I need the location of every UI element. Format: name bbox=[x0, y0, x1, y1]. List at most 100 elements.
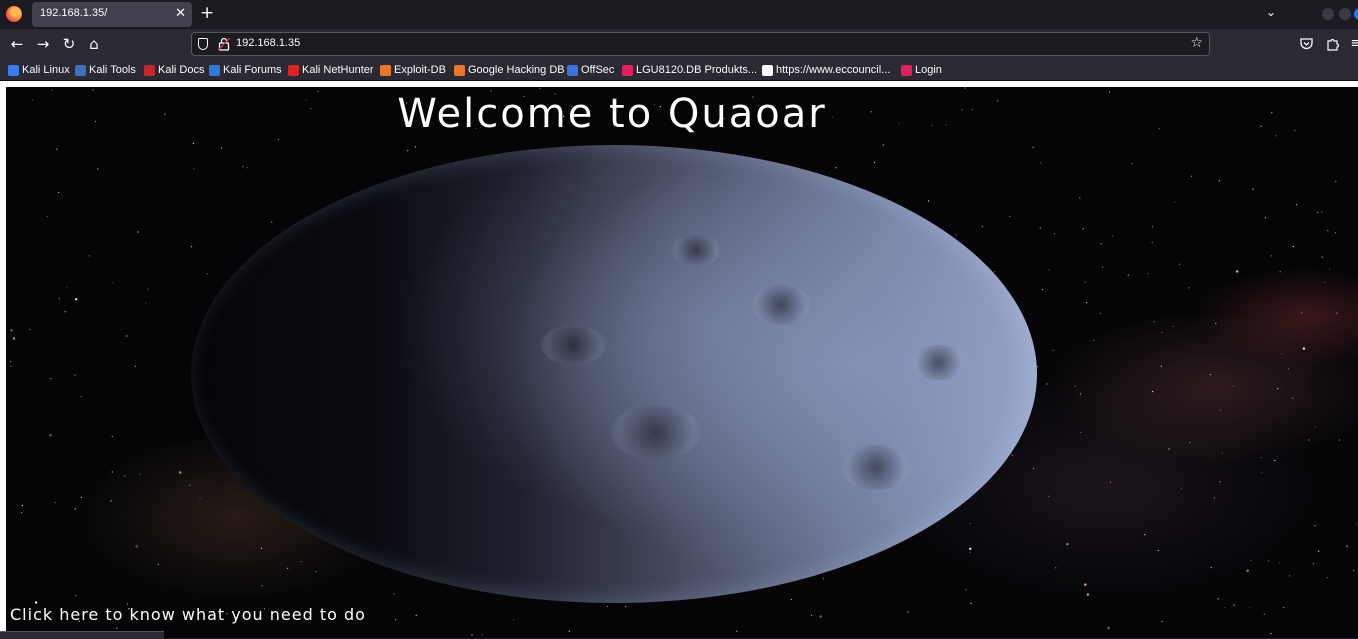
star bbox=[21, 505, 23, 507]
quaoar-background-image: Welcome to Quaoar Click here to know wha… bbox=[6, 87, 1358, 638]
star bbox=[811, 614, 813, 616]
globe-icon bbox=[762, 64, 773, 76]
bookmark-kali-tools[interactable]: Kali Tools bbox=[75, 62, 136, 78]
star bbox=[1215, 322, 1217, 324]
pocket-icon[interactable] bbox=[1300, 38, 1313, 50]
star bbox=[277, 138, 280, 140]
bookmark-exploit-db[interactable]: Exploit-DB bbox=[380, 62, 446, 78]
star bbox=[1295, 204, 1298, 206]
star bbox=[1314, 525, 1316, 527]
maximize-window-icon[interactable] bbox=[1339, 8, 1351, 20]
star bbox=[1233, 604, 1235, 606]
star bbox=[111, 471, 113, 473]
url-address[interactable]: 192.168.1.35 bbox=[236, 37, 300, 49]
star bbox=[1224, 607, 1226, 609]
star bbox=[49, 434, 52, 437]
star bbox=[1086, 593, 1090, 596]
star bbox=[1147, 273, 1149, 275]
star bbox=[50, 378, 52, 380]
bookmark-label: Kali NetHunter bbox=[302, 64, 374, 76]
star bbox=[969, 522, 971, 525]
star bbox=[116, 627, 118, 630]
bookmark-star-icon[interactable]: ☆ bbox=[1190, 35, 1203, 51]
star bbox=[261, 585, 263, 587]
back-arrow-icon[interactable]: ← bbox=[8, 35, 26, 53]
star bbox=[606, 605, 609, 608]
star bbox=[1321, 211, 1323, 213]
star bbox=[80, 396, 82, 398]
star bbox=[970, 602, 972, 604]
star bbox=[56, 148, 58, 150]
star bbox=[112, 282, 114, 284]
star bbox=[1279, 271, 1281, 273]
kali-forums-icon bbox=[209, 64, 220, 76]
star bbox=[1270, 632, 1272, 635]
star bbox=[21, 512, 23, 514]
star bbox=[1161, 331, 1163, 334]
star bbox=[1287, 368, 1290, 370]
star bbox=[66, 287, 68, 289]
forward-arrow-icon[interactable]: → bbox=[34, 35, 52, 53]
bookmark-label: LGU8120.DB Produkts... bbox=[636, 64, 758, 76]
star bbox=[1221, 452, 1223, 454]
star bbox=[1079, 393, 1081, 395]
bookmark-eccouncil[interactable]: https://www.eccouncil... bbox=[762, 62, 890, 78]
tab-active[interactable]: 192.168.1.35/ ✕ bbox=[32, 2, 192, 27]
star bbox=[1353, 570, 1355, 572]
star bbox=[1308, 439, 1310, 441]
star bbox=[1053, 233, 1055, 235]
star bbox=[513, 619, 515, 621]
bookmark-label: Login bbox=[915, 64, 942, 76]
star bbox=[1263, 613, 1265, 615]
close-window-icon[interactable] bbox=[1354, 8, 1358, 20]
star bbox=[993, 271, 996, 273]
star bbox=[1084, 583, 1087, 586]
bookmark-kali-forums[interactable]: Kali Forums bbox=[209, 62, 282, 78]
shield-icon[interactable] bbox=[198, 38, 208, 50]
star bbox=[835, 167, 837, 169]
star bbox=[1157, 549, 1159, 552]
bookmark-label: Kali Linux bbox=[22, 64, 70, 76]
star bbox=[110, 500, 112, 502]
bookmark-kali-linux[interactable]: Kali Linux bbox=[8, 62, 70, 78]
lock-icon[interactable] bbox=[218, 37, 230, 51]
instructions-link[interactable]: Click here to know what you need to do bbox=[10, 605, 366, 624]
star bbox=[1190, 175, 1193, 177]
bookmark-kali-docs[interactable]: Kali Docs bbox=[144, 62, 204, 78]
bookmark-kali-nethunter[interactable]: Kali NetHunter bbox=[288, 62, 374, 78]
star bbox=[137, 231, 139, 233]
reload-icon[interactable]: ↻ bbox=[60, 35, 78, 53]
star bbox=[1152, 226, 1154, 228]
firefox-logo-icon[interactable] bbox=[6, 6, 22, 22]
minimize-window-icon[interactable] bbox=[1322, 8, 1334, 20]
star bbox=[1246, 569, 1249, 572]
star bbox=[1260, 457, 1262, 459]
url-bar[interactable]: 192.168.1.35 ☆ bbox=[191, 32, 1210, 56]
new-tab-icon[interactable]: + bbox=[200, 3, 214, 23]
star bbox=[12, 337, 16, 340]
extensions-icon[interactable] bbox=[1326, 37, 1339, 51]
star bbox=[46, 216, 48, 218]
bookmark-login[interactable]: Login bbox=[901, 62, 942, 78]
page-title: Welcome to Quaoar bbox=[397, 91, 827, 137]
menu-icon[interactable]: ≡ bbox=[1347, 35, 1358, 53]
star bbox=[157, 563, 159, 566]
chevron-down-icon[interactable]: ⌄ bbox=[1266, 5, 1276, 19]
close-tab-icon[interactable]: ✕ bbox=[175, 6, 186, 21]
star bbox=[539, 87, 541, 89]
bookmark-lgu8120[interactable]: LGU8120.DB Produkts... bbox=[622, 62, 757, 78]
star bbox=[1080, 431, 1082, 433]
crater bbox=[671, 235, 721, 265]
star bbox=[1082, 228, 1084, 230]
star bbox=[260, 547, 262, 549]
star bbox=[955, 234, 957, 236]
star bbox=[1152, 391, 1154, 393]
star bbox=[1302, 347, 1306, 350]
bookmark-offsec[interactable]: OffSec bbox=[567, 62, 614, 78]
bookmark-google-hacking-db[interactable]: Google Hacking DB bbox=[454, 62, 565, 78]
star bbox=[822, 578, 825, 580]
star bbox=[206, 273, 208, 275]
home-icon[interactable]: ⌂ bbox=[85, 35, 103, 53]
star bbox=[1335, 180, 1337, 182]
star bbox=[471, 634, 473, 636]
